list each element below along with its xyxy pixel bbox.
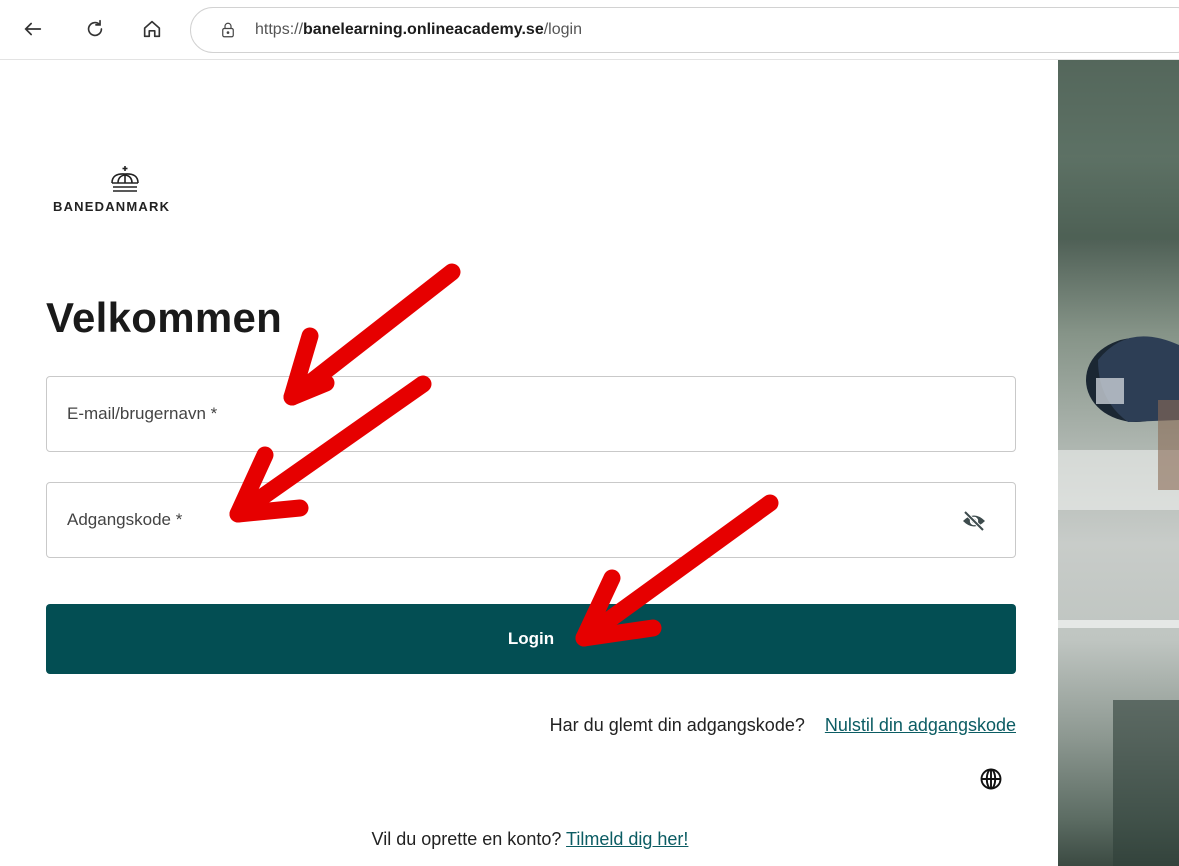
banedanmark-logo: BANEDANMARK [53, 165, 203, 214]
signup-link[interactable]: Tilmeld dig her! [566, 829, 688, 849]
browser-toolbar: https://banelearning.onlineacademy.se/lo… [0, 0, 1179, 60]
password-field[interactable] [47, 483, 1015, 557]
page-title: Velkommen [46, 294, 283, 341]
logo-text: BANEDANMARK [53, 199, 171, 214]
signup-row: Vil du oprette en konto? Tilmeld dig her… [0, 829, 1060, 850]
forgot-password-row: Har du glemt din adgangskode? Nulstil din… [550, 715, 1016, 736]
hero-image [1058, 60, 1179, 866]
password-field-container [46, 482, 1016, 558]
home-icon[interactable] [137, 14, 167, 44]
email-field-container [46, 376, 1016, 452]
crown-icon [111, 166, 139, 192]
url-path: /login [543, 21, 582, 38]
url-prefix: https:// [255, 21, 304, 38]
eye-off-icon[interactable] [961, 509, 987, 533]
back-arrow-icon[interactable] [18, 14, 48, 44]
address-bar[interactable]: https://banelearning.onlineacademy.se/lo… [190, 7, 1179, 53]
email-field[interactable] [47, 377, 1015, 451]
globe-icon[interactable] [979, 767, 1003, 791]
url-host: banelearning.onlineacademy.se [303, 21, 544, 38]
reset-password-link[interactable]: Nulstil din adgangskode [825, 715, 1016, 735]
refresh-icon[interactable] [80, 14, 110, 44]
lock-icon[interactable] [219, 21, 237, 39]
forgot-password-text: Har du glemt din adgangskode? [549, 715, 805, 735]
url-text: https://banelearning.onlineacademy.se/lo… [255, 21, 582, 39]
login-button[interactable]: Login [46, 604, 1016, 674]
signup-text: Vil du oprette en konto? [371, 829, 562, 849]
